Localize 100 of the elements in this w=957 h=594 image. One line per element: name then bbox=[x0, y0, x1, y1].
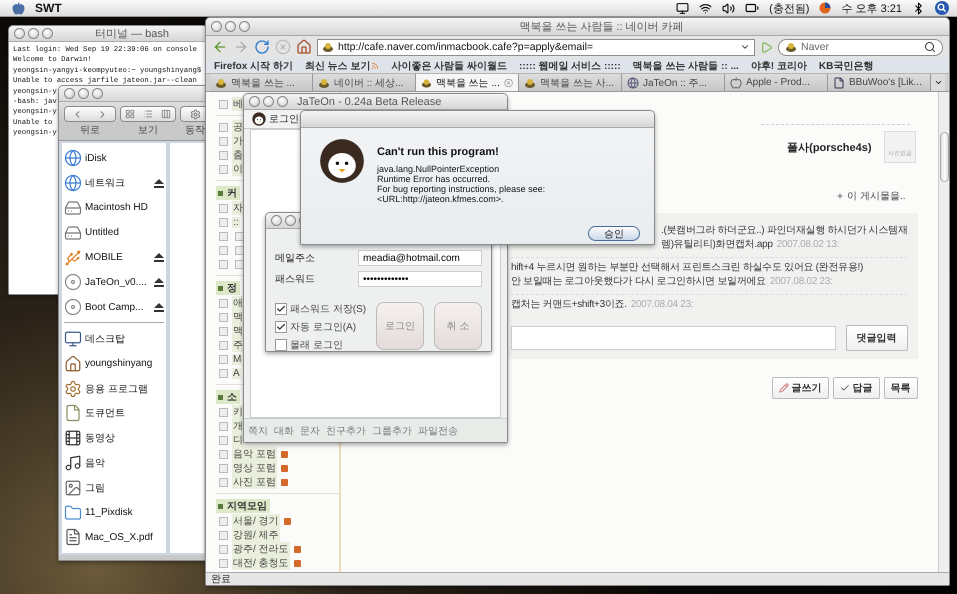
minimize-button[interactable] bbox=[285, 215, 296, 226]
battery-status[interactable]: (충전됨) bbox=[769, 0, 810, 16]
back-button[interactable] bbox=[212, 39, 228, 55]
menu-link[interactable]: 강원/ 제주 bbox=[232, 528, 280, 542]
sidebar-item[interactable]: 네트워크 bbox=[64, 170, 164, 196]
close-button[interactable] bbox=[64, 88, 75, 99]
sidebar-item[interactable]: 응용 프로그램 bbox=[64, 376, 164, 401]
home-button[interactable] bbox=[296, 39, 312, 55]
menu-item[interactable]: 친구추가 bbox=[326, 424, 366, 438]
eject-icon[interactable] bbox=[154, 178, 164, 188]
browser-tab[interactable]: JaTeOn :: 주... bbox=[622, 74, 725, 91]
zoom-button[interactable] bbox=[239, 21, 250, 32]
search-field[interactable]: Naver bbox=[778, 38, 943, 56]
browser-tab[interactable]: Apple - Prod... bbox=[725, 74, 828, 91]
submit-comment-button[interactable]: 댓글입력 bbox=[846, 325, 908, 351]
search-icon[interactable] bbox=[935, 1, 949, 15]
sidebar-item[interactable]: iDisk bbox=[64, 146, 164, 171]
menu-link[interactable]: :: bbox=[232, 216, 240, 228]
browser-tab[interactable]: 맥북을 쓰는 ... bbox=[416, 74, 519, 91]
bookmark-link[interactable]: Firefox 시작 하기 bbox=[214, 58, 293, 72]
password-field[interactable]: ••••••••••••• bbox=[358, 271, 482, 287]
list-view-icon[interactable] bbox=[143, 109, 153, 119]
close-button[interactable] bbox=[271, 215, 282, 226]
zoom-button[interactable] bbox=[277, 96, 288, 107]
browser-tab[interactable]: 맥북을 쓰는 사... bbox=[519, 74, 622, 91]
sidebar-item[interactable]: 그림 bbox=[64, 475, 164, 500]
sidebar-item[interactable]: Macintosh HD bbox=[64, 196, 164, 220]
eject-icon[interactable] bbox=[154, 302, 164, 312]
bluetooth-icon[interactable] bbox=[912, 2, 925, 14]
zoom-button[interactable] bbox=[92, 88, 103, 99]
menu-link[interactable]: 영상 포럼 bbox=[232, 461, 277, 475]
app-menu[interactable]: SWT bbox=[35, 1, 62, 15]
column-view-icon[interactable] bbox=[161, 109, 171, 119]
menu-item[interactable]: 문자 bbox=[300, 424, 320, 438]
checkbox-label[interactable]: 패스워드 저장(S) bbox=[290, 302, 366, 316]
address-field[interactable]: http://cafe.naver.com/inmacbook.cafe?p=apply&email= bbox=[317, 38, 755, 56]
action-button[interactable] bbox=[180, 106, 207, 122]
menu-link[interactable]: 맥 bbox=[232, 324, 244, 338]
bookmark-link[interactable]: 맥북을 쓰는 사람들 :: ... bbox=[632, 58, 739, 72]
browser-tab[interactable]: 네이버 :: 세상... bbox=[313, 74, 416, 91]
browser-tab[interactable]: 맥북을 쓰는 ... bbox=[210, 74, 313, 91]
close-button[interactable] bbox=[211, 21, 222, 32]
sidebar-item[interactable]: 도큐먼트 bbox=[64, 400, 164, 426]
sidebar-item[interactable]: JaTeOn_v0.... bbox=[64, 270, 164, 295]
minimize-button[interactable] bbox=[78, 88, 89, 99]
minimize-button[interactable] bbox=[263, 96, 274, 107]
display-icon[interactable] bbox=[676, 2, 690, 14]
bookmark-link[interactable]: 사이좋은 사람들 싸이월드 bbox=[391, 58, 508, 72]
apple-logo-icon[interactable] bbox=[12, 2, 25, 14]
sidebar-item[interactable]: 음악 bbox=[64, 450, 164, 476]
panel-tab[interactable]: 로그인 bbox=[269, 112, 299, 126]
close-icon[interactable] bbox=[504, 78, 513, 88]
icon-view-icon[interactable] bbox=[125, 109, 135, 119]
menu-link[interactable]: 맥 bbox=[232, 310, 244, 324]
menu-link[interactable]: 서울/ 경기 bbox=[232, 514, 280, 528]
sidebar-item[interactable]: MOBILE bbox=[64, 245, 164, 270]
bookmark-link[interactable]: ::::: 웹메일 서비스 ::::: bbox=[519, 58, 621, 72]
action-button[interactable]: 답글 bbox=[832, 377, 880, 399]
action-button[interactable]: 목록 bbox=[884, 377, 918, 399]
sidebar-item[interactable]: 동영상 bbox=[64, 426, 164, 451]
menu-link[interactable]: 음악 포럼 bbox=[232, 447, 277, 461]
menu-link[interactable]: 디 bbox=[232, 433, 244, 447]
ok-button[interactable]: 승인 bbox=[588, 226, 640, 241]
bookmark-link[interactable]: KB국민은행 bbox=[818, 58, 874, 72]
menu-clock[interactable]: 수 오후 3:21 bbox=[841, 0, 902, 16]
checkbox-label[interactable]: 몰래 로그인 bbox=[290, 338, 343, 351]
sidebar-item[interactable]: Untitled bbox=[64, 220, 164, 246]
back-forward-control[interactable] bbox=[64, 106, 116, 122]
browser-tab[interactable]: BBuWoo's [Lik... bbox=[828, 74, 931, 91]
checkbox[interactable] bbox=[275, 321, 287, 333]
menu-item[interactable]: 쪽지 bbox=[248, 424, 268, 438]
email-field[interactable]: meadia@hotmail.com bbox=[358, 250, 482, 266]
caret-icon[interactable] bbox=[934, 78, 942, 87]
menu-link[interactable]: A bbox=[232, 368, 241, 378]
sidebar-item[interactable]: 데스크탑 bbox=[64, 326, 164, 352]
checkbox[interactable] bbox=[275, 303, 287, 315]
close-button[interactable] bbox=[249, 96, 260, 107]
menu-link[interactable]: 사진 포럼 bbox=[232, 475, 277, 489]
menu-link[interactable]: 대전/ 충청도 bbox=[232, 556, 290, 570]
volume-icon[interactable] bbox=[722, 2, 736, 14]
menu-link[interactable]: 광주/ 전라도 bbox=[232, 542, 290, 556]
sidebar-item[interactable]: youngshinyang bbox=[64, 351, 164, 376]
bookmark-link[interactable]: 최신 뉴스 보기 bbox=[304, 58, 380, 72]
menu-item[interactable]: 대화 bbox=[274, 424, 294, 438]
menu-link[interactable]: 춤 bbox=[232, 148, 244, 162]
menu-link[interactable]: 공 bbox=[232, 120, 244, 134]
close-button[interactable] bbox=[14, 28, 25, 39]
menu-link[interactable]: 주 bbox=[232, 338, 244, 352]
minimize-button[interactable] bbox=[28, 28, 39, 39]
menu-link[interactable]: 자 bbox=[232, 201, 244, 215]
minimize-button[interactable] bbox=[225, 21, 236, 32]
share-link[interactable]: 이 게시물을.. bbox=[836, 189, 906, 203]
menu-link[interactable]: 개 bbox=[232, 419, 244, 433]
menu-link[interactable]: 키 bbox=[232, 405, 244, 419]
sidebar-item[interactable]: Mac_OS_X.pdf bbox=[64, 524, 164, 550]
status-ball-icon[interactable] bbox=[819, 2, 832, 14]
menu-link[interactable]: 베 bbox=[232, 97, 244, 111]
wifi-icon[interactable] bbox=[699, 2, 712, 14]
menu-item[interactable]: 파일전송 bbox=[418, 424, 458, 438]
action-button[interactable]: 글쓰기 bbox=[772, 377, 829, 399]
